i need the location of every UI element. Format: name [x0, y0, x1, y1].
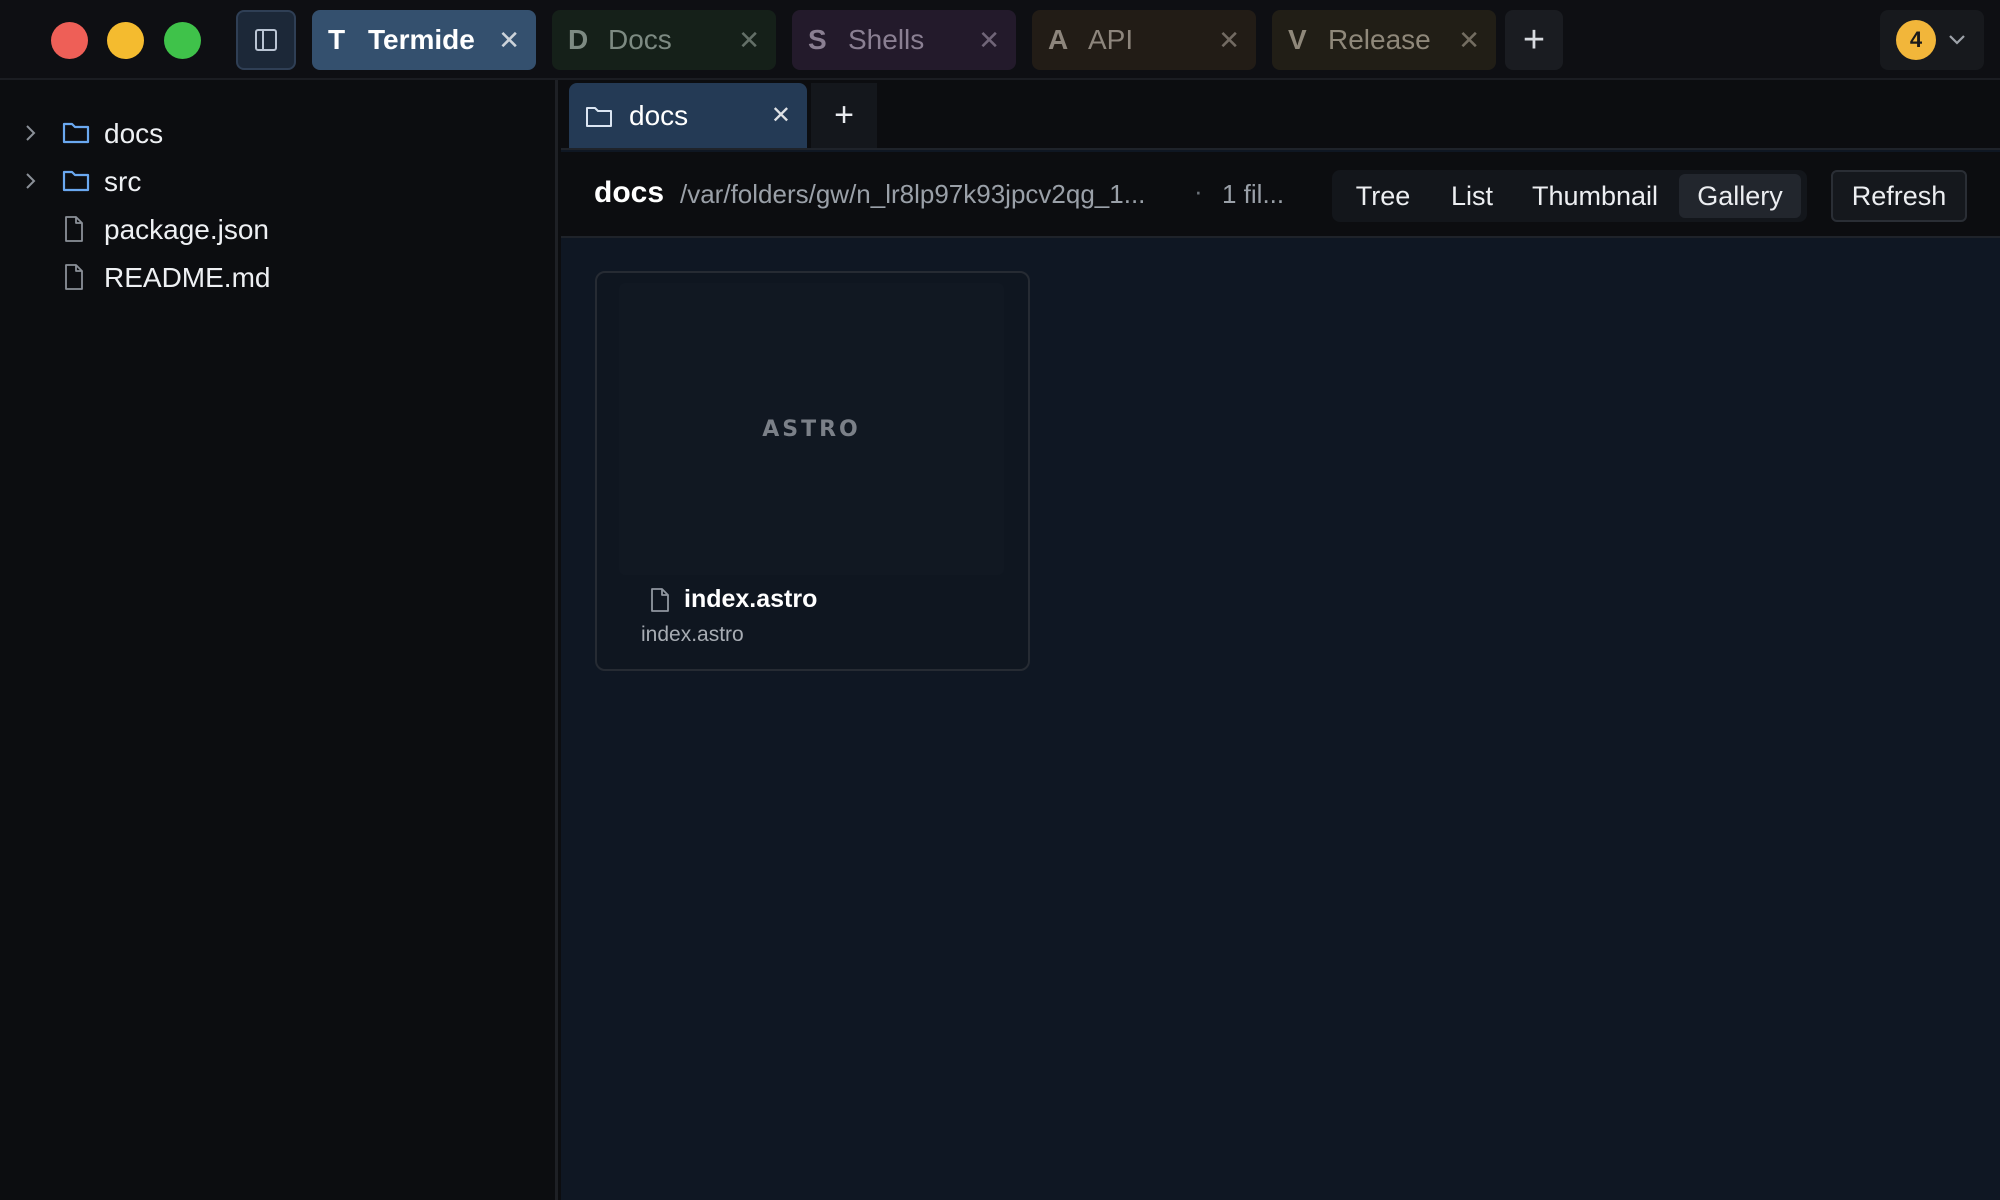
file-explorer: docs src package.json README.md: [0, 80, 558, 1200]
tab-label: Shells: [848, 24, 925, 55]
close-icon[interactable]: ✕: [498, 25, 520, 56]
file-icon: [65, 264, 83, 290]
panel-tab-label: docs: [629, 99, 689, 131]
tab-letter: S: [808, 24, 827, 55]
folder-icon: [62, 170, 90, 192]
plus-icon: +: [1522, 18, 1546, 61]
file-thumbnail: ASTRO: [619, 283, 1004, 575]
tree-item-label: README.md: [104, 262, 271, 293]
window-tab-termide[interactable]: T Termide ✕: [312, 10, 536, 70]
view-list-button[interactable]: List: [1432, 174, 1512, 218]
chevron-down-icon: [1949, 35, 1965, 45]
window-tab-api[interactable]: A API ✕: [1032, 10, 1256, 70]
gallery-card[interactable]: ASTRO index.astro index.astro: [595, 271, 1030, 671]
add-window-tab-button[interactable]: +: [1505, 10, 1563, 70]
window-tab-shells[interactable]: S Shells ✕: [792, 10, 1016, 70]
gallery-file-subtitle: index.astro: [641, 623, 744, 646]
tree-item-label: src: [104, 166, 142, 197]
window-tab-docs[interactable]: D Docs ✕: [552, 10, 776, 70]
app-window: T Termide ✕ D Docs ✕ S Shells ✕ A API ✕ …: [0, 0, 2000, 1200]
file-icon: [651, 588, 669, 612]
folder-icon: [586, 106, 612, 127]
gallery-file-name: index.astro: [684, 585, 818, 613]
close-icon[interactable]: ✕: [1218, 25, 1240, 56]
tree-item-label: docs: [104, 118, 164, 149]
panel-tab-docs[interactable]: docs ✕: [569, 83, 807, 148]
panel-toolbar: docs /var/folders/gw/n_lr8lp97k93jpcv2qg…: [561, 152, 2000, 238]
sidebar-icon: [255, 29, 277, 51]
thumbnail-label: ASTRO: [762, 416, 861, 442]
close-window-button[interactable]: [51, 22, 88, 59]
tab-label: Termide: [368, 24, 475, 55]
tab-letter: A: [1048, 24, 1069, 55]
tab-letter: T: [328, 24, 346, 55]
chevron-right-icon[interactable]: [24, 170, 38, 192]
notification-count-badge: 4: [1896, 20, 1936, 60]
file-count: 1 fil...: [1222, 179, 1285, 209]
main-panel: docs ✕ + docs /var/folders/gw/n_lr8lp97k…: [561, 80, 2000, 1200]
folder-path: /var/folders/gw/n_lr8lp97k93jpcv2qg_1...: [680, 179, 1146, 209]
plus-icon: +: [834, 96, 854, 134]
view-tree-button[interactable]: Tree: [1336, 174, 1430, 218]
tab-label: API: [1088, 24, 1134, 55]
tree-item-readme[interactable]: README.md: [0, 255, 540, 301]
tree-item-label: package.json: [104, 214, 270, 245]
close-icon[interactable]: ✕: [771, 101, 791, 130]
tab-letter: D: [568, 24, 589, 55]
separator-dot: ·: [1194, 176, 1203, 206]
view-gallery-button[interactable]: Gallery: [1679, 174, 1801, 218]
add-panel-tab-button[interactable]: +: [811, 83, 877, 148]
close-icon[interactable]: ✕: [978, 25, 1000, 56]
minimize-window-button[interactable]: [107, 22, 144, 59]
window-tab-release[interactable]: V Release ✕: [1272, 10, 1496, 70]
sidebar-toggle-button[interactable]: [236, 10, 296, 70]
close-icon[interactable]: ✕: [738, 25, 760, 56]
folder-title: docs: [594, 176, 665, 209]
view-mode-switcher: Tree List Thumbnail Gallery: [1332, 170, 1807, 222]
tree-item-package-json[interactable]: package.json: [0, 207, 540, 253]
tab-label: Docs: [608, 24, 672, 55]
tab-letter: V: [1288, 24, 1307, 55]
view-thumbnail-button[interactable]: Thumbnail: [1515, 174, 1675, 218]
close-icon[interactable]: ✕: [1458, 25, 1480, 56]
title-bar: T Termide ✕ D Docs ✕ S Shells ✕ A API ✕ …: [0, 0, 2000, 80]
refresh-button[interactable]: Refresh: [1831, 170, 1967, 222]
notifications-menu[interactable]: 4: [1880, 10, 1984, 70]
zoom-window-button[interactable]: [164, 22, 201, 59]
panel-tab-bar: docs ✕ +: [561, 80, 2000, 150]
folder-icon: [62, 122, 90, 144]
tree-item-src[interactable]: src: [0, 159, 540, 205]
file-icon: [65, 216, 83, 242]
chevron-right-icon[interactable]: [24, 122, 38, 144]
tab-label: Release: [1328, 24, 1431, 55]
tree-item-docs[interactable]: docs: [0, 111, 540, 157]
